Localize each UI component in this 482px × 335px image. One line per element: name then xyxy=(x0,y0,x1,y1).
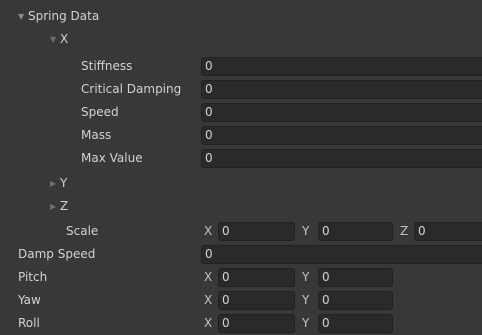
yaw-label: Yaw xyxy=(18,293,41,307)
roll-label: Roll xyxy=(18,316,40,330)
inspector-panel: ▼ Spring Data ▼ X Stiffness 0 Critical Dam… xyxy=(0,0,482,335)
damp-speed-row: Damp Speed 0 xyxy=(0,243,482,266)
yaw-x-input[interactable]: 0 xyxy=(218,291,295,310)
spring-data-foldout[interactable]: ▼ Spring Data xyxy=(18,5,99,28)
damp-speed-label: Damp Speed xyxy=(18,247,96,261)
mass-row: Mass 0 xyxy=(0,124,482,147)
x-foldout[interactable]: ▼ X xyxy=(50,28,68,51)
roll-x-axis-label[interactable]: X xyxy=(204,312,212,335)
scale-label: Scale xyxy=(66,224,99,238)
x-foldout-label: X xyxy=(60,32,69,46)
pitch-row: Pitch X 0 Y 0 xyxy=(0,266,482,289)
yaw-y-axis-label[interactable]: Y xyxy=(302,289,309,312)
x-foldout-row: ▼ X xyxy=(0,28,482,51)
stiffness-label: Stiffness xyxy=(81,59,133,73)
scale-z-input[interactable]: 0 xyxy=(414,222,482,241)
triangle-right-icon[interactable]: ▶ xyxy=(50,195,60,218)
critical-damping-input[interactable]: 0 xyxy=(201,80,482,99)
y-foldout[interactable]: ▶ Y xyxy=(50,172,67,195)
scale-y-input[interactable]: 0 xyxy=(318,222,393,241)
speed-input[interactable]: 0 xyxy=(201,103,482,122)
triangle-down-icon[interactable]: ▼ xyxy=(50,28,60,51)
stiffness-row: Stiffness 0 xyxy=(0,55,482,78)
pitch-y-input[interactable]: 0 xyxy=(318,268,393,287)
scale-x-input[interactable]: 0 xyxy=(218,222,295,241)
yaw-x-axis-label[interactable]: X xyxy=(204,289,212,312)
max-value-label: Max Value xyxy=(81,151,143,165)
yaw-y-input[interactable]: 0 xyxy=(318,291,393,310)
critical-damping-row: Critical Damping 0 xyxy=(0,78,482,101)
y-foldout-label: Y xyxy=(60,176,68,190)
scale-z-axis-label[interactable]: Z xyxy=(400,220,408,243)
z-foldout[interactable]: ▶ Z xyxy=(50,195,68,218)
scale-x-axis-label[interactable]: X xyxy=(204,220,212,243)
triangle-right-icon[interactable]: ▶ xyxy=(50,172,60,195)
roll-x-input[interactable]: 0 xyxy=(218,314,295,333)
pitch-y-axis-label[interactable]: Y xyxy=(302,266,309,289)
speed-label: Speed xyxy=(81,105,119,119)
max-value-input[interactable]: 0 xyxy=(201,149,482,168)
z-foldout-row: ▶ Z xyxy=(0,195,482,218)
pitch-x-axis-label[interactable]: X xyxy=(204,266,212,289)
damp-speed-input[interactable]: 0 xyxy=(201,245,482,264)
mass-input[interactable]: 0 xyxy=(201,126,482,145)
critical-damping-label: Critical Damping xyxy=(81,82,182,96)
triangle-down-icon[interactable]: ▼ xyxy=(18,5,28,28)
spring-data-label: Spring Data xyxy=(28,9,100,23)
max-value-row: Max Value 0 xyxy=(0,147,482,170)
roll-row: Roll X 0 Y 0 xyxy=(0,312,482,335)
yaw-row: Yaw X 0 Y 0 xyxy=(0,289,482,312)
scale-y-axis-label[interactable]: Y xyxy=(302,220,309,243)
roll-y-axis-label[interactable]: Y xyxy=(302,312,309,335)
spring-data-row: ▼ Spring Data xyxy=(0,5,482,28)
mass-label: Mass xyxy=(81,128,112,142)
z-foldout-label: Z xyxy=(60,199,69,213)
speed-row: Speed 0 xyxy=(0,101,482,124)
scale-row: Scale X 0 Y 0 Z 0 xyxy=(0,220,482,243)
y-foldout-row: ▶ Y xyxy=(0,172,482,195)
pitch-x-input[interactable]: 0 xyxy=(218,268,295,287)
roll-y-input[interactable]: 0 xyxy=(318,314,393,333)
stiffness-input[interactable]: 0 xyxy=(201,57,482,76)
pitch-label: Pitch xyxy=(18,270,48,284)
